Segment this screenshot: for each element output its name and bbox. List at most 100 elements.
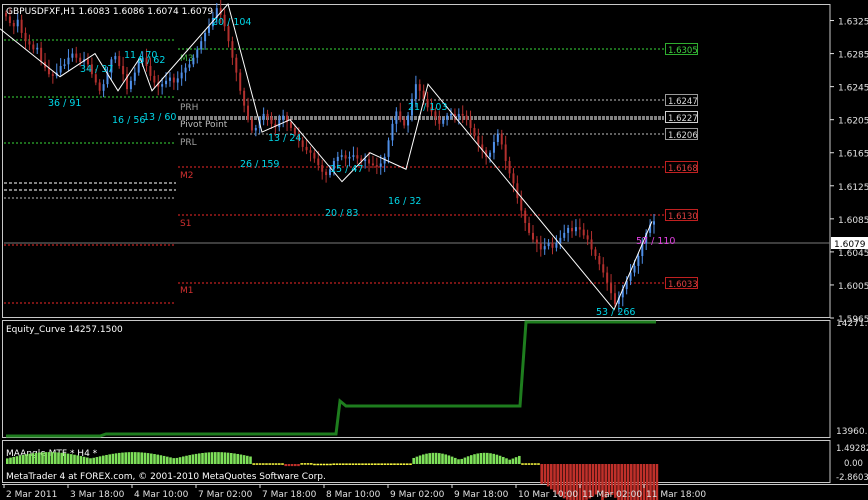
hist-bar [223,452,227,464]
hist-bar [518,455,521,464]
hist-bar [444,454,447,464]
hist-bar [514,457,518,464]
hist-bar [310,463,313,465]
hist-bar [130,452,134,464]
hist-bar [438,453,441,464]
candle-body [184,67,187,73]
hist-bar [255,463,259,465]
candle-body [395,111,398,124]
zigzag-label: 16 / 56 [112,115,145,126]
candle-body [118,56,121,66]
candle-body [235,57,238,73]
zigzag-label: 13 / 24 [268,133,301,144]
hist-bar [454,457,457,464]
candle-body [336,156,339,161]
hist-bar [598,464,601,493]
candle-body [153,75,156,83]
hist-bar [402,463,406,465]
hist-bar [550,464,553,490]
candle-body [504,144,507,161]
candle-body [477,136,480,145]
candle-body [520,198,523,211]
hist-bar [386,463,390,465]
candle-body [94,74,97,83]
candle-body [278,119,281,128]
current-price-text: 1.6079 [834,240,866,250]
candle-body [243,90,246,106]
candle-body [180,72,183,79]
zigzag-label: 15 / 47 [330,164,363,175]
candle-body [543,246,546,250]
candle-body [535,239,538,244]
hist-bar [236,453,239,464]
candle-body [407,115,410,126]
hist-bar [274,463,278,465]
candle-body [496,133,499,142]
candle-body [63,64,66,66]
hist-bar [508,459,511,464]
hist-bar [482,452,486,464]
candle-body [590,239,593,250]
hist-bar [409,463,412,465]
hist-bar [54,452,57,464]
hist-bar [466,456,470,464]
x-tick-label: 10 Mar 10:00 [518,490,578,500]
candle-body [606,272,609,283]
candle-body [36,47,39,50]
pivot-price-tag-text: 1.6033 [668,280,698,290]
candle-body [247,105,250,120]
candle-body [371,163,374,166]
hist-bar [172,458,175,464]
hist-bar [534,463,537,465]
hist-bar [217,452,220,464]
hist-bar [204,452,207,464]
hist-bar [434,452,438,464]
candle-body [414,84,417,100]
hist-bar [412,457,415,464]
hist-bar [527,463,531,465]
candle-body [492,141,495,153]
hist-bar [460,458,463,464]
candle-body [266,113,269,118]
zigzag-label: 34 / 37 [80,64,113,75]
candle-body [446,115,449,120]
equity-title: Equity_Curve 14257.1500 [6,325,123,335]
hist-bar [143,452,147,464]
hist-bar [210,452,214,464]
candle-body [637,256,640,266]
hist-bar [316,463,319,466]
hist-bar [399,463,403,465]
candle-body [325,171,328,176]
hist-bar [214,452,217,464]
hist-bar [111,453,115,464]
hist-bar [367,463,371,465]
hist-bar [553,464,556,492]
candle-body [610,282,613,294]
hist-bar [470,455,473,464]
hist-bar [390,463,393,465]
candle-body [528,222,531,233]
hist-bar [319,463,323,466]
hist-bar [278,463,281,465]
y-tick-label: 1.6205 [838,117,868,127]
hist-bar [502,456,505,464]
hist-bar [191,454,195,464]
hist-bar [230,453,233,464]
candle-body [200,41,203,50]
hist-bar [322,463,326,466]
candle-body [188,64,191,68]
candle-body [574,227,577,232]
hist-bar [265,463,268,465]
candle-body [270,117,273,124]
candle-body [282,115,285,120]
hist-bar [60,452,63,464]
hist-bar [345,463,348,465]
hist-bar [479,453,483,464]
hist-bar [268,463,271,465]
hist-bar [95,457,99,464]
candle-body [403,119,406,126]
candle-body [102,84,105,91]
zigzag-label: 8 / 62 [138,55,165,66]
hist-bar [198,453,201,464]
hist-bar [34,452,38,464]
